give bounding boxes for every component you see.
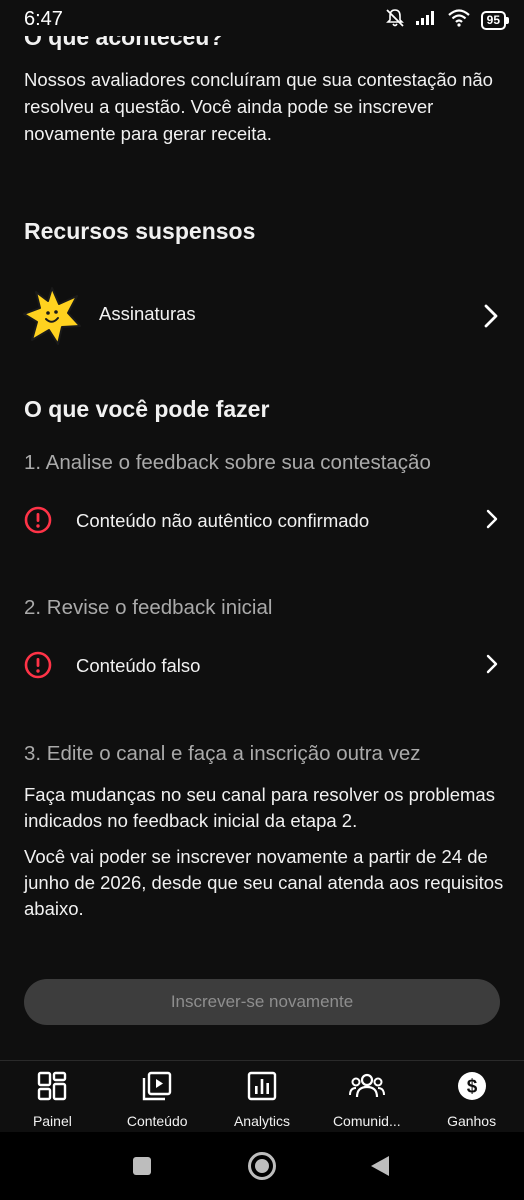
- step-3-paragraph-2: Você vai poder se inscrever novamente a …: [24, 846, 504, 919]
- status-time: 6:47: [24, 8, 63, 30]
- community-icon: [348, 1070, 385, 1107]
- what-happened-text: Nossos avaliadores concluíram que sua co…: [24, 69, 493, 144]
- earn-icon: $: [456, 1070, 488, 1107]
- back-button[interactable]: [369, 1154, 391, 1183]
- nav-label: Comunid...: [332, 1113, 401, 1129]
- nav-label: Analytics: [233, 1113, 290, 1129]
- nav-item-content[interactable]: Conteúdo: [105, 1061, 210, 1133]
- chevron-right-icon: [486, 654, 498, 679]
- suspended-heading: Recursos suspensos: [24, 218, 256, 244]
- battery-indicator: 95: [480, 11, 510, 30]
- wifi-icon: [447, 9, 471, 32]
- dashboard-icon: [36, 1070, 68, 1107]
- analytics-icon: [246, 1070, 278, 1107]
- content-icon: [141, 1070, 173, 1107]
- alert-icon: [24, 651, 52, 684]
- nav-label: Conteúdo: [126, 1113, 188, 1129]
- recents-button[interactable]: [132, 1156, 152, 1181]
- step-3-title: 3. Edite o canal e faça a inscrição outr…: [24, 742, 421, 765]
- status-icons: 95: [385, 8, 510, 33]
- memberships-label: Assinaturas: [99, 303, 196, 324]
- bottom-navigation: Painel Conteúdo Analytics Comunid... $ G…: [0, 1060, 524, 1133]
- nav-item-dashboard[interactable]: Painel: [0, 1061, 105, 1133]
- signal-icon: [415, 10, 437, 31]
- step-1-feedback-item[interactable]: Conteúdo não autêntico confirmado: [0, 498, 524, 542]
- reapply-button[interactable]: Inscrever-se novamente: [24, 979, 500, 1025]
- chevron-right-icon: [486, 509, 498, 534]
- status-bar: 6:47 95: [0, 0, 524, 36]
- nav-label: Ganhos: [447, 1113, 497, 1129]
- nav-item-community[interactable]: Comunid...: [314, 1061, 419, 1133]
- step-2-title: 2. Revise o feedback inicial: [24, 596, 273, 619]
- home-button[interactable]: [247, 1151, 277, 1186]
- step-1-item-label: Conteúdo não autêntico confirmado: [76, 510, 370, 531]
- nav-item-earn[interactable]: $ Ganhos: [419, 1061, 524, 1133]
- svg-text:$: $: [466, 1077, 477, 1098]
- suspended-item-memberships[interactable]: Assinaturas: [0, 286, 524, 346]
- step-1-title: 1. Analise o feedback sobre sua contesta…: [24, 451, 431, 474]
- main-content: O que aconteceu? Nossos avaliadores conc…: [0, 0, 524, 1060]
- bell-muted-icon: [385, 8, 405, 33]
- alert-icon: [24, 506, 52, 539]
- chevron-right-icon: [484, 304, 498, 333]
- system-navigation-bar: [0, 1132, 524, 1200]
- step-2-item-label: Conteúdo falso: [76, 655, 201, 676]
- step-3-paragraph-1: Faça mudanças no seu canal para resolver…: [24, 784, 495, 831]
- nav-item-analytics[interactable]: Analytics: [210, 1061, 315, 1133]
- step-2-feedback-item[interactable]: Conteúdo falso: [0, 643, 524, 687]
- nav-label: Painel: [32, 1113, 72, 1129]
- actions-heading: O que você pode fazer: [24, 396, 270, 422]
- memberships-star-icon: [22, 286, 82, 351]
